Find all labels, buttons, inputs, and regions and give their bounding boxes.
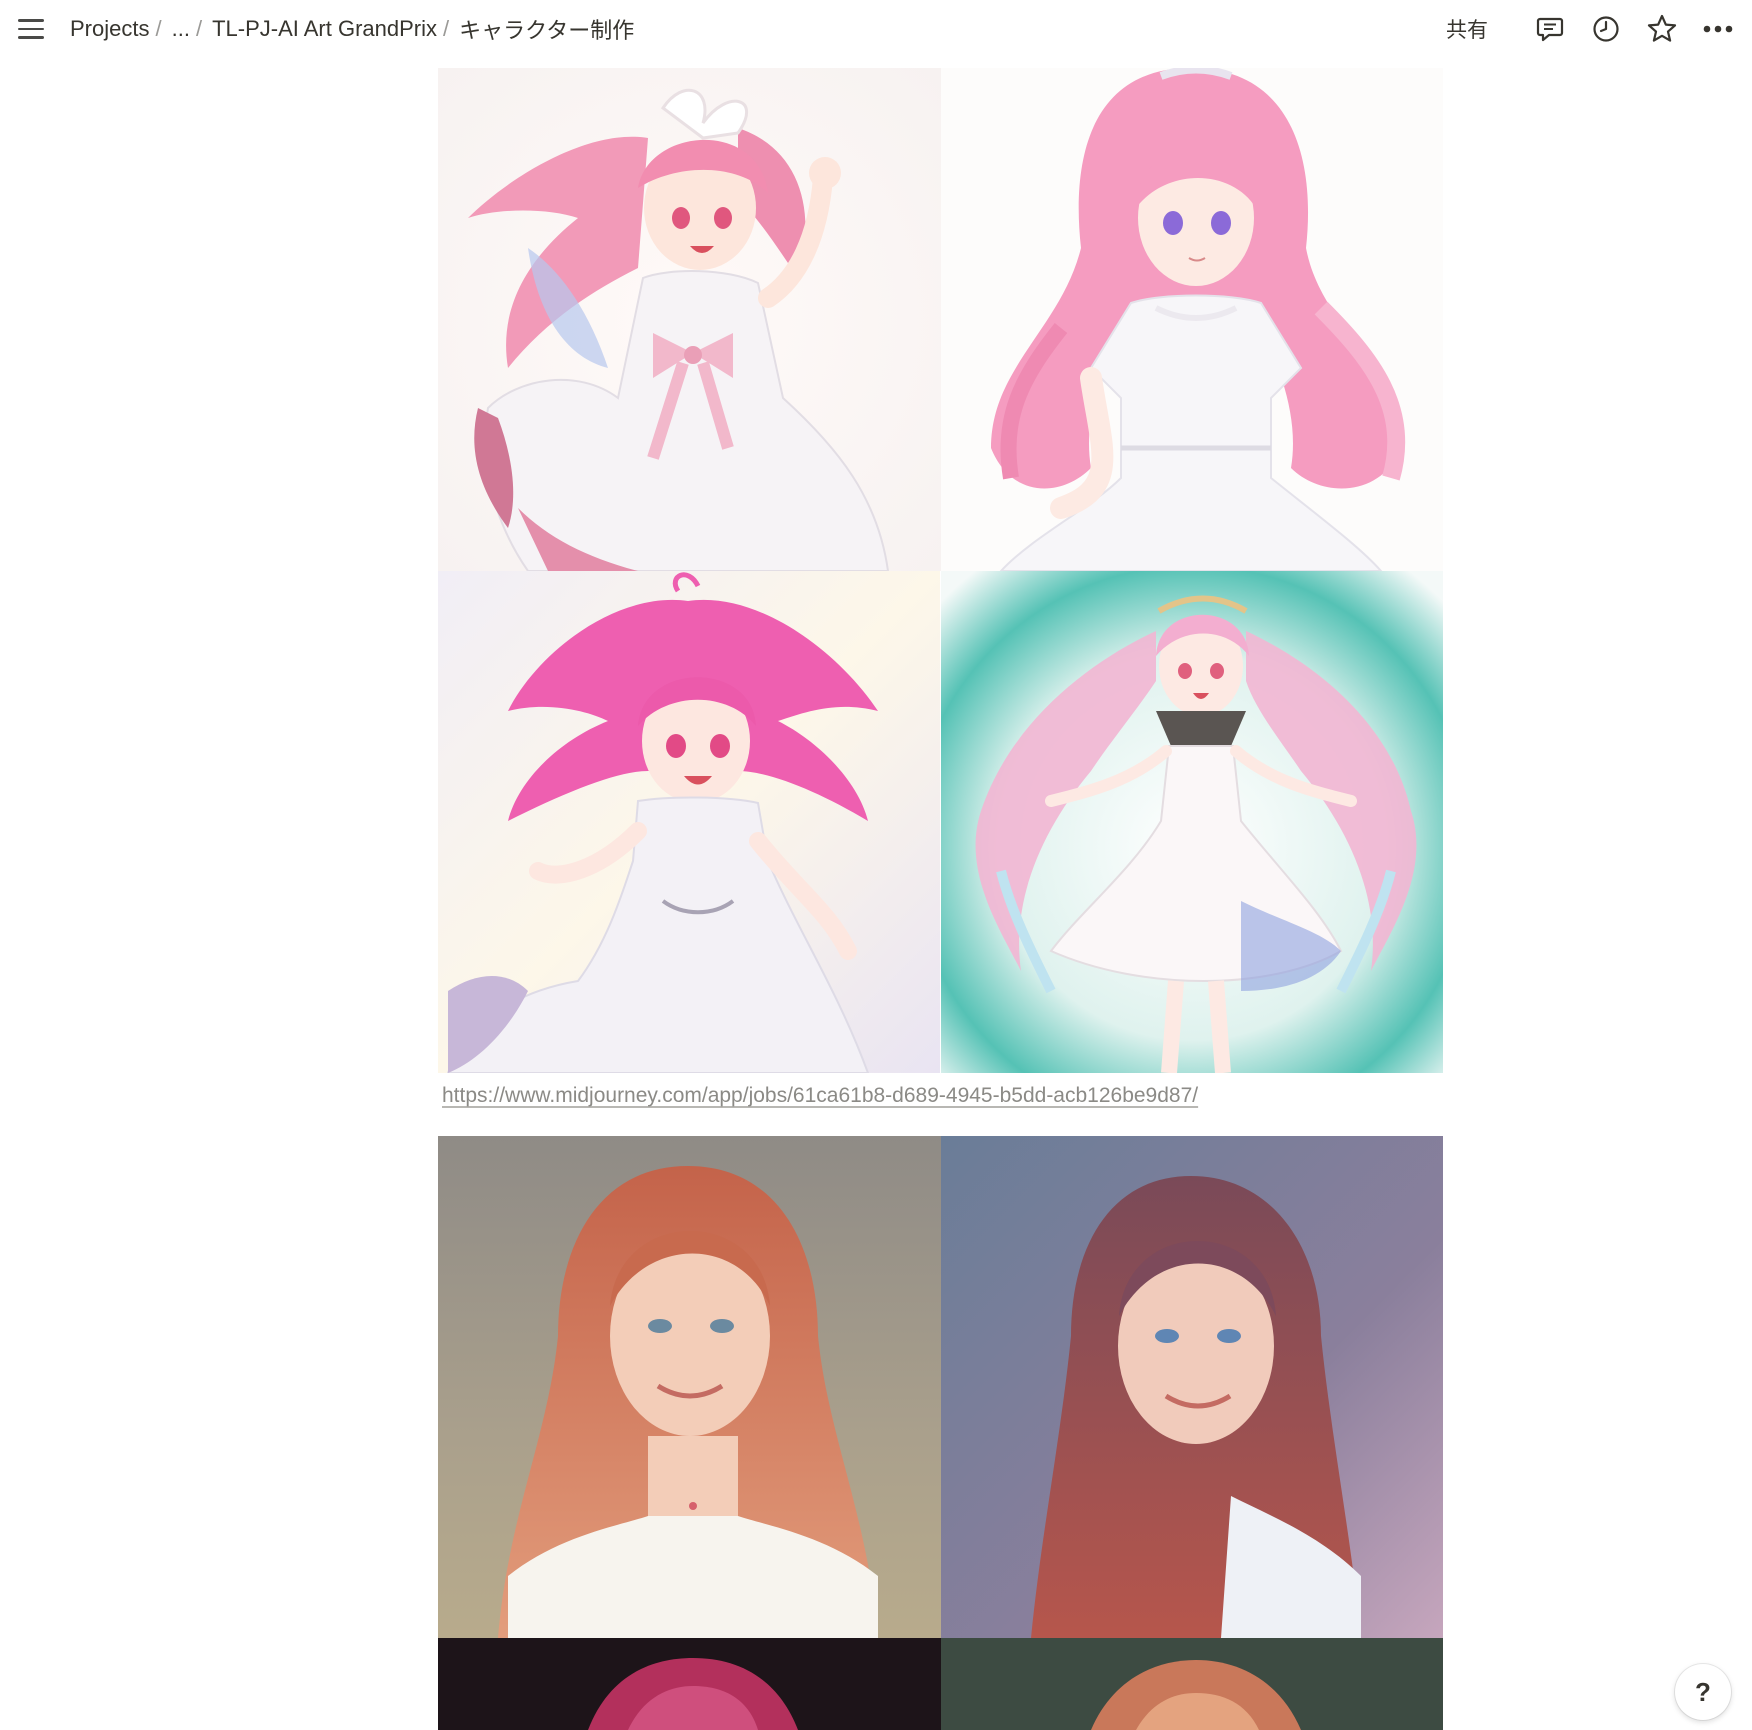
top-actions: 共有 [1436, 12, 1738, 46]
breadcrumb-item-ellipsis[interactable]: ... [168, 14, 194, 44]
gallery-image-8[interactable] [941, 1638, 1443, 1730]
gallery-image-3[interactable] [438, 571, 941, 1073]
top-bar: Projects / ... / TL-PJ-AI Art GrandPrix … [0, 0, 1752, 58]
gallery-image-1[interactable] [438, 68, 941, 571]
breadcrumb-item-grandprix[interactable]: TL-PJ-AI Art GrandPrix [208, 14, 441, 44]
more-options-icon[interactable] [1698, 12, 1738, 46]
history-clock-icon[interactable] [1586, 12, 1626, 46]
gallery-image-5[interactable] [438, 1136, 941, 1638]
midjourney-job-link[interactable]: https://www.midjourney.com/app/jobs/61ca… [442, 1084, 1198, 1108]
gallery-image-7[interactable] [438, 1638, 941, 1730]
breadcrumb-item-projects[interactable]: Projects [66, 14, 153, 44]
comments-icon[interactable] [1530, 12, 1570, 46]
breadcrumb-separator: / [443, 16, 450, 41]
favorite-star-icon[interactable] [1642, 12, 1682, 46]
breadcrumb-separator: / [195, 16, 203, 41]
share-button[interactable]: 共有 [1436, 10, 1498, 48]
help-button[interactable]: ? [1675, 1664, 1731, 1720]
gallery-image-6[interactable] [941, 1136, 1443, 1638]
breadcrumb: Projects / ... / TL-PJ-AI Art GrandPrix … [66, 14, 638, 44]
sidebar-menu-icon[interactable] [18, 14, 50, 44]
breadcrumb-separator: / [155, 16, 162, 41]
gallery-image-4[interactable] [941, 571, 1443, 1073]
gallery-image-2[interactable] [941, 68, 1443, 571]
breadcrumb-item-current-page[interactable]: キャラクター制作 [455, 11, 638, 47]
